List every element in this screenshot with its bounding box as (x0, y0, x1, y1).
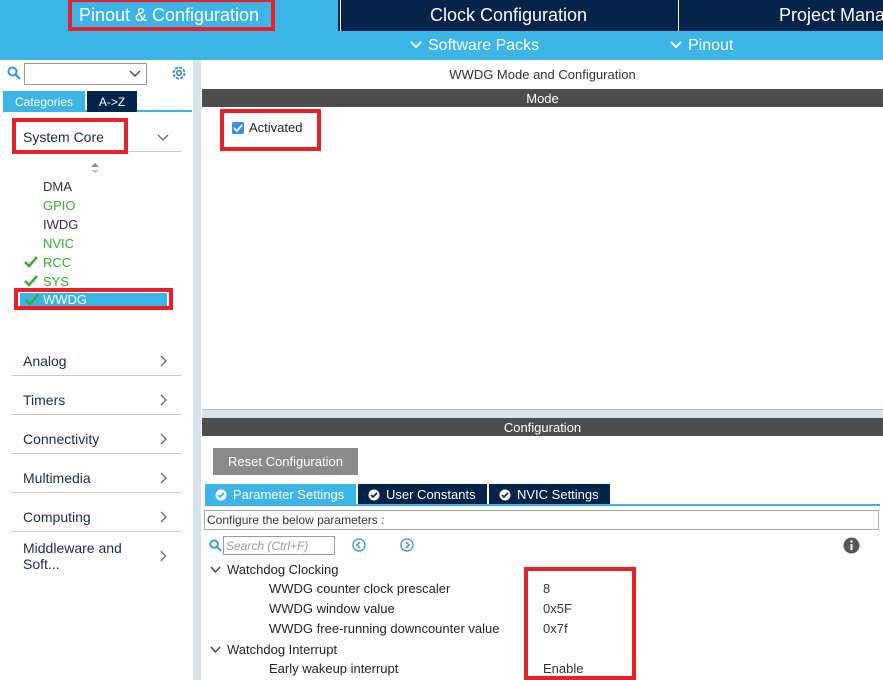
chevron-right-icon (160, 433, 167, 444)
category-timers[interactable]: Timers (12, 385, 181, 415)
param-name-early-wakeup: Early wakeup interrupt (269, 661, 399, 676)
peripheral-dma[interactable]: DMA (43, 177, 72, 196)
chevron-down-icon (410, 38, 422, 54)
group-label: Watchdog Interrupt (227, 641, 338, 657)
peripheral-gpio[interactable]: GPIO (43, 196, 76, 215)
mode-config-title: WWDG Mode and Configuration (449, 67, 636, 82)
tab-parameter-settings[interactable]: Parameter Settings (205, 484, 356, 505)
tab-clock-configuration[interactable]: Clock Configuration (340, 0, 676, 31)
mode-panel (202, 107, 883, 410)
group-watchdog-clocking[interactable]: Watchdog Clocking (210, 560, 339, 578)
panel-splitter[interactable] (202, 410, 883, 418)
category-label: Analog (23, 352, 67, 369)
param-name-window: WWDG window value (269, 601, 395, 616)
tab-label: Parameter Settings (233, 487, 345, 502)
pinout-menu-label: Pinout (688, 36, 734, 54)
tab-label: User Constants (386, 487, 476, 502)
check-circle-icon (215, 489, 227, 500)
mode-section-header: Mode (202, 89, 883, 107)
software-packs-menu[interactable]: Software Packs (410, 31, 539, 60)
chevron-right-icon (160, 511, 167, 522)
tab-a-to-z[interactable]: A->Z (87, 91, 137, 112)
group-watchdog-interrupt[interactable]: Watchdog Interrupt (210, 640, 337, 658)
configure-instructions: Configure the below parameters : (204, 510, 879, 530)
chevron-down-icon (129, 70, 141, 77)
search-icon (209, 539, 222, 552)
tab-user-constants[interactable]: User Constants (358, 484, 487, 505)
reset-configuration-button[interactable]: Reset Configuration (213, 448, 358, 475)
param-name-downcounter: WWDG free-running downcounter value (269, 621, 500, 636)
gear-icon[interactable] (170, 64, 188, 82)
tab-project-manager[interactable]: Project Manager (678, 0, 883, 31)
next-result-icon[interactable] (400, 538, 414, 552)
chevron-down-icon (210, 646, 221, 653)
category-label: Computing (23, 508, 91, 525)
software-packs-label: Software Packs (428, 36, 540, 54)
category-middleware[interactable]: Middleware and Soft... (12, 540, 181, 572)
search-icon (7, 66, 21, 80)
chevron-down-icon (157, 134, 169, 141)
category-multimedia[interactable]: Multimedia (12, 463, 181, 493)
chevron-right-icon (160, 550, 167, 562)
check-icon (24, 275, 38, 287)
chevron-right-icon (160, 394, 167, 405)
check-circle-icon (499, 489, 511, 500)
tab-underline (205, 504, 880, 506)
sidebar-scrollbar[interactable] (193, 60, 201, 680)
category-search-combo[interactable] (24, 63, 147, 85)
configuration-section-header: Configuration (202, 418, 883, 436)
tab-label: NVIC Settings (517, 487, 599, 502)
category-analog[interactable]: Analog (12, 346, 181, 376)
param-name-prescaler: WWDG counter clock prescaler (269, 581, 451, 596)
highlight-box-pinout-tab (68, 0, 275, 31)
category-label: Timers (23, 391, 66, 408)
category-computing[interactable]: Computing (12, 502, 181, 532)
highlight-box-values (524, 567, 636, 680)
peripheral-iwdg[interactable]: IWDG (43, 215, 78, 234)
pinout-menu[interactable]: Pinout (670, 31, 733, 60)
tab-categories[interactable]: Categories (3, 91, 85, 112)
sub-menu-bar: Software Packs Pinout (0, 31, 883, 60)
parameter-search-input[interactable]: Search (Ctrl+F) (223, 536, 335, 555)
group-label: Watchdog Clocking (227, 561, 339, 577)
category-label: Middleware and Soft... (23, 540, 122, 572)
chevron-right-icon (160, 472, 167, 483)
category-connectivity[interactable]: Connectivity (12, 424, 181, 454)
check-icon (24, 256, 38, 268)
peripheral-nvic[interactable]: NVIC (43, 234, 74, 253)
peripheral-rcc[interactable]: RCC (43, 253, 71, 272)
highlight-box-wwdg (14, 288, 173, 310)
highlight-box-system-core (12, 118, 128, 154)
category-label: Connectivity (23, 430, 100, 447)
view-tabs: Categories A->Z (3, 91, 192, 112)
chevron-down-icon (670, 38, 682, 54)
tab-nvic-settings[interactable]: NVIC Settings (489, 484, 610, 505)
previous-result-icon[interactable] (352, 538, 366, 552)
check-circle-icon (368, 489, 380, 500)
chevron-down-icon (210, 566, 221, 573)
info-icon[interactable] (843, 537, 860, 554)
chevron-right-icon (160, 355, 167, 366)
category-label: Multimedia (23, 469, 91, 486)
scroll-up-arrows-icon[interactable] (90, 162, 100, 174)
highlight-box-activated (220, 109, 321, 151)
